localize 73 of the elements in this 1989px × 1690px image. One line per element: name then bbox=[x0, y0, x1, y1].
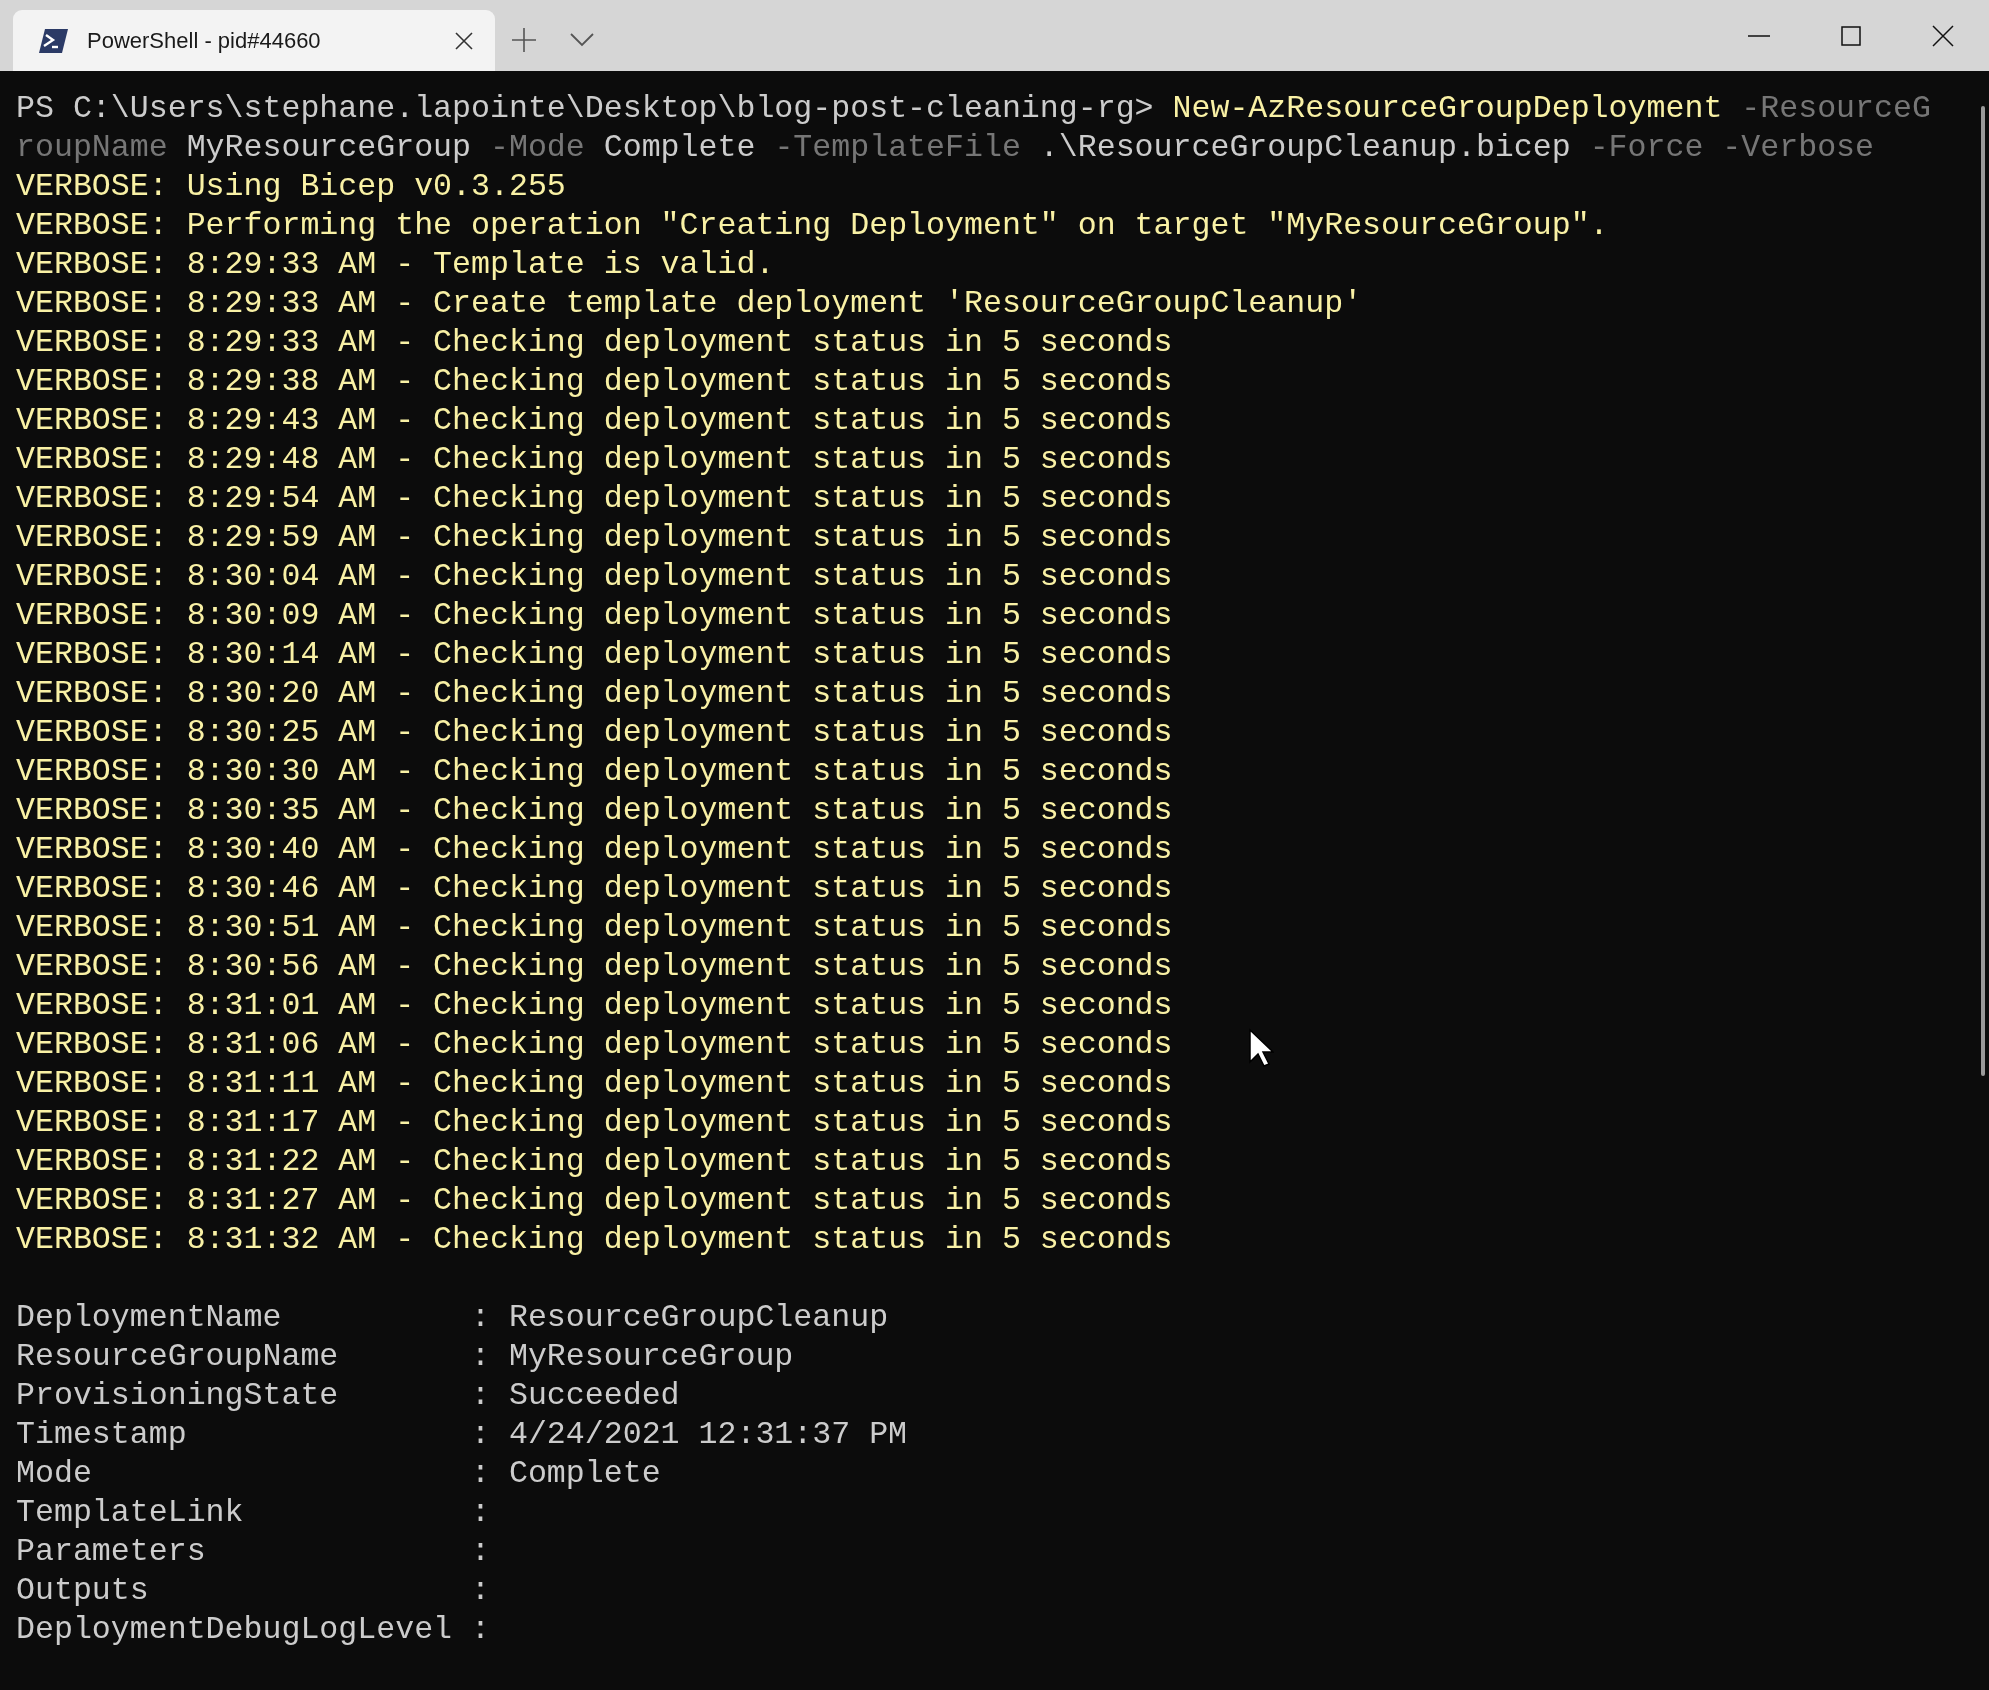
argument-value: .\ResourceGroupCleanup.bicep bbox=[1039, 129, 1571, 167]
verbose-line: VERBOSE: Using Bicep v0.3.255 bbox=[16, 168, 566, 206]
property-name: DeploymentDebugLogLevel bbox=[16, 1611, 454, 1649]
property-value: 4/24/2021 12:31:37 PM bbox=[508, 1416, 908, 1454]
separator-colon: : bbox=[471, 1338, 490, 1376]
parameter-name: -ResourceG bbox=[1741, 90, 1931, 128]
parameter-name: roupName bbox=[16, 129, 168, 167]
property-name: ProvisioningState bbox=[16, 1377, 340, 1415]
cmdlet-name: New-AzResourceGroupDeployment bbox=[1172, 90, 1723, 128]
verbose-line: VERBOSE: Performing the operation "Creating Deployment" on target "MyResourceGroup". bbox=[16, 207, 1609, 245]
verbose-line: VERBOSE: 8:30:30 AM - Checking deployment status in 5 seconds bbox=[16, 753, 1173, 791]
verbose-line: VERBOSE: 8:29:54 AM - Checking deployment status in 5 seconds bbox=[16, 480, 1173, 518]
verbose-line: VERBOSE: 8:31:22 AM - Checking deployment status in 5 seconds bbox=[16, 1143, 1173, 1181]
verbose-line: VERBOSE: 8:31:11 AM - Checking deployment status in 5 seconds bbox=[16, 1065, 1173, 1103]
prompt-text: PS C:\Users\stephane.lapointe\Desktop\blog-post-cleaning-rg> bbox=[16, 90, 1154, 128]
verbose-line: VERBOSE: 8:31:01 AM - Checking deployment status in 5 seconds bbox=[16, 987, 1173, 1025]
verbose-line: VERBOSE: 8:29:33 AM - Checking deployment status in 5 seconds bbox=[16, 324, 1173, 362]
property-value: ResourceGroupCleanup bbox=[508, 1299, 889, 1337]
property-value: Succeeded bbox=[508, 1377, 680, 1415]
verbose-line: VERBOSE: 8:31:27 AM - Checking deployment status in 5 seconds bbox=[16, 1182, 1173, 1220]
property-value: MyResourceGroup bbox=[508, 1338, 794, 1376]
parameter-name: -Force bbox=[1589, 129, 1704, 167]
verbose-line: VERBOSE: 8:29:59 AM - Checking deployment status in 5 seconds bbox=[16, 519, 1173, 557]
verbose-line: VERBOSE: 8:30:04 AM - Checking deployment status in 5 seconds bbox=[16, 558, 1173, 596]
verbose-line: VERBOSE: 8:31:17 AM - Checking deployment status in 5 seconds bbox=[16, 1104, 1173, 1142]
property-name: DeploymentName bbox=[16, 1299, 283, 1337]
property-name: Parameters bbox=[16, 1533, 207, 1571]
property-name: Mode bbox=[16, 1455, 93, 1493]
close-icon[interactable] bbox=[455, 31, 473, 50]
verbose-line: VERBOSE: 8:30:09 AM - Checking deployment status in 5 seconds bbox=[16, 597, 1173, 635]
property-name: ResourceGroupName bbox=[16, 1338, 340, 1376]
argument-value: MyResourceGroup bbox=[186, 129, 472, 167]
verbose-line: VERBOSE: 8:30:40 AM - Checking deployment status in 5 seconds bbox=[16, 831, 1173, 869]
scrollbar[interactable] bbox=[1981, 106, 1985, 1076]
powershell-icon bbox=[39, 27, 69, 54]
maximize-icon bbox=[1841, 25, 1861, 46]
separator-colon: : bbox=[471, 1455, 490, 1493]
verbose-line: VERBOSE: 8:30:46 AM - Checking deployment status in 5 seconds bbox=[16, 870, 1173, 908]
verbose-line: VERBOSE: 8:29:48 AM - Checking deployment status in 5 seconds bbox=[16, 441, 1173, 479]
parameter-name: -Verbose bbox=[1722, 129, 1875, 167]
property-name: Outputs bbox=[16, 1572, 150, 1610]
verbose-line: VERBOSE: 8:29:38 AM - Checking deployment status in 5 seconds bbox=[16, 363, 1173, 401]
terminal-tab[interactable]: PowerShell - pid#44660 bbox=[13, 10, 495, 71]
separator-colon: : bbox=[471, 1572, 490, 1610]
separator-colon: : bbox=[471, 1299, 490, 1337]
separator-colon: : bbox=[471, 1611, 490, 1649]
parameter-name: -Mode bbox=[490, 129, 585, 167]
plus-icon bbox=[511, 27, 537, 53]
verbose-line: VERBOSE: 8:29:33 AM - Create template deployment 'ResourceGroupCleanup' bbox=[16, 285, 1363, 323]
verbose-line: VERBOSE: 8:30:20 AM - Checking deployment status in 5 seconds bbox=[16, 675, 1173, 713]
mouse-pointer-icon bbox=[1248, 1028, 1274, 1068]
minimize-icon bbox=[1748, 34, 1770, 37]
verbose-line: VERBOSE: 8:30:56 AM - Checking deployment status in 5 seconds bbox=[16, 948, 1173, 986]
chevron-down-icon bbox=[570, 33, 594, 47]
verbose-line: VERBOSE: 8:31:32 AM - Checking deployment status in 5 seconds bbox=[16, 1221, 1173, 1259]
verbose-line: VERBOSE: 8:31:06 AM - Checking deployment status in 5 seconds bbox=[16, 1026, 1173, 1064]
tab-title: PowerShell - pid#44660 bbox=[87, 27, 322, 54]
verbose-line: VERBOSE: 8:30:25 AM - Checking deployment status in 5 seconds bbox=[16, 714, 1173, 752]
argument-value: Complete bbox=[603, 129, 756, 167]
verbose-line: VERBOSE: 8:29:43 AM - Checking deployment status in 5 seconds bbox=[16, 402, 1173, 440]
verbose-line: VERBOSE: 8:29:33 AM - Template is valid. bbox=[16, 246, 775, 284]
verbose-line: VERBOSE: 8:30:35 AM - Checking deployment status in 5 seconds bbox=[16, 792, 1173, 830]
property-name: TemplateLink bbox=[16, 1494, 245, 1532]
parameter-name: -TemplateFile bbox=[774, 129, 1021, 167]
close-icon bbox=[1932, 24, 1954, 47]
separator-colon: : bbox=[471, 1533, 490, 1571]
separator-colon: : bbox=[471, 1416, 490, 1454]
verbose-line: VERBOSE: 8:30:14 AM - Checking deployment status in 5 seconds bbox=[16, 636, 1173, 674]
verbose-line: VERBOSE: 8:30:51 AM - Checking deployment status in 5 seconds bbox=[16, 909, 1173, 947]
property-value: Complete bbox=[508, 1455, 661, 1493]
property-name: Timestamp bbox=[16, 1416, 188, 1454]
separator-colon: : bbox=[471, 1377, 490, 1415]
separator-colon: : bbox=[471, 1494, 490, 1532]
